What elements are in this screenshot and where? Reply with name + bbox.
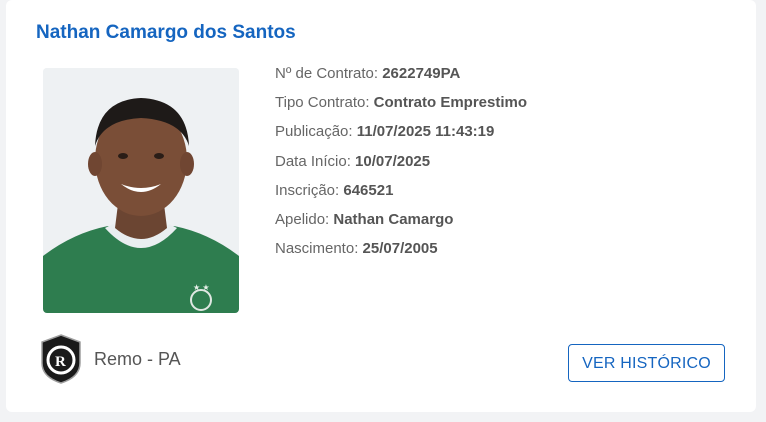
view-history-button[interactable]: VER HISTÓRICO <box>568 344 725 382</box>
field-nickname: Apelido: Nathan Camargo <box>275 210 454 228</box>
field-registration: Inscrição: 646521 <box>275 181 394 199</box>
player-card: Nathan Camargo dos Santos ★ ★ Nº de Cont… <box>6 0 756 412</box>
player-photo: ★ ★ <box>43 68 239 313</box>
field-contract-type: Tipo Contrato: Contrato Emprestimo <box>275 94 528 112</box>
club-info: R Remo - PA <box>38 333 181 385</box>
player-name: Nathan Camargo dos Santos <box>36 22 296 43</box>
svg-text:★ ★: ★ ★ <box>193 283 210 292</box>
contract-details: Nº de Contrato: 2622749PA Tipo Contrato:… <box>275 64 527 268</box>
svg-text:R: R <box>55 354 66 370</box>
field-publication: Publicação: 11/07/2025 11:43:19 <box>275 123 495 141</box>
field-start-date: Data Início: 10/07/2025 <box>275 152 431 170</box>
field-contract-number: Nº de Contrato: 2622749PA <box>275 65 461 82</box>
field-birth-date: Nascimento: 25/07/2005 <box>275 240 438 258</box>
club-name: Remo - PA <box>94 348 181 369</box>
remo-crest-icon: R <box>41 334 81 384</box>
